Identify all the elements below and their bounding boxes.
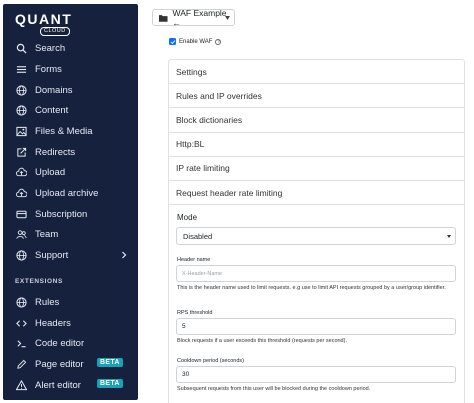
- accordion-block-dictionaries[interactable]: Block dictionaries: [169, 108, 464, 133]
- sidebar-item-subscription[interactable]: Subscription: [3, 204, 138, 224]
- request-header-rate-limiting-panel: Mode Disabled Header name X-Header-Name …: [168, 204, 465, 403]
- sidebar-item-label: Files & Media: [35, 125, 93, 137]
- sidebar-item-upload[interactable]: Upload: [3, 162, 138, 182]
- cloud-upload-icon: [15, 187, 27, 199]
- sidebar-item-label: Redirects: [35, 146, 76, 158]
- chevron-right-icon: [122, 251, 127, 259]
- help-icon[interactable]: ?: [215, 38, 222, 45]
- users-icon: [15, 228, 27, 240]
- accordion-httpbl[interactable]: Http:BL: [169, 133, 464, 157]
- mode-select[interactable]: Disabled: [176, 227, 456, 245]
- caret-down-icon: [225, 16, 230, 20]
- sidebar-item-label: Forms: [35, 63, 62, 75]
- sidebar-item-label: Page editor: [35, 358, 84, 370]
- extensions-heading: EXTENSIONS: [15, 278, 63, 285]
- card-icon: [15, 208, 27, 220]
- sidebar-item-alert-editor[interactable]: Alert editor BETA: [3, 375, 138, 395]
- sidebar-item-label: Upload: [35, 166, 66, 178]
- rps-threshold-label: RPS threshold: [177, 310, 213, 316]
- accordion-ip-rate-limiting[interactable]: IP rate limiting: [169, 157, 464, 181]
- image-icon: [15, 125, 27, 137]
- sidebar-item-label: Domains: [35, 84, 73, 96]
- sidebar-item-label: Headers: [35, 317, 71, 329]
- sidebar-item-search[interactable]: Search: [3, 38, 138, 58]
- logo-subtext: CLOUD: [40, 27, 70, 36]
- beta-badge: BETA: [97, 358, 123, 367]
- edit-icon: [15, 358, 27, 370]
- cooldown-period-help: Subsequent requests from this user will …: [177, 386, 371, 392]
- sidebar: QUANT CLOUD Search Forms Domains Content…: [3, 4, 138, 400]
- sidebar-item-label: Search: [35, 42, 66, 54]
- project-select[interactable]: WAF Example ←: [152, 8, 235, 28]
- sidebar-item-label: Code editor: [35, 337, 85, 349]
- sidebar-item-headers[interactable]: Headers: [3, 313, 138, 333]
- sidebar-item-label: Subscription: [35, 208, 88, 220]
- logo-text: QUANT: [15, 11, 73, 27]
- mode-select-value: Disabled: [183, 231, 213, 241]
- sidebar-item-files-media[interactable]: Files & Media: [3, 121, 138, 141]
- sidebar-item-code-editor[interactable]: Code editor: [3, 333, 138, 353]
- sidebar-item-label: Rules: [35, 296, 60, 308]
- globe-icon: [15, 296, 27, 308]
- sidebar-item-page-editor[interactable]: Page editor BETA: [3, 354, 138, 374]
- enable-waf-label: Enable WAF: [179, 38, 213, 45]
- external-link-icon: [15, 146, 27, 158]
- sidebar-item-label: Upload archive: [35, 187, 99, 199]
- globe-icon: [15, 84, 27, 96]
- folder-icon: [159, 14, 168, 22]
- cloud-upload-icon: [15, 166, 27, 178]
- sidebar-item-rules[interactable]: Rules: [3, 292, 138, 312]
- sidebar-item-redirects[interactable]: Redirects: [3, 142, 138, 162]
- terminal-icon: [15, 337, 27, 349]
- sidebar-item-domains[interactable]: Domains: [3, 80, 138, 100]
- sidebar-item-label: Alert editor: [35, 379, 81, 391]
- sidebar-item-content[interactable]: Content: [3, 100, 138, 120]
- list-icon: [15, 63, 27, 75]
- rps-threshold-help: Block requests if a user exceeds this th…: [177, 338, 347, 344]
- cooldown-period-input[interactable]: 30: [176, 366, 456, 383]
- cooldown-period-label: Cooldown period (seconds): [177, 358, 244, 364]
- accordion-rules-ip-overrides[interactable]: Rules and IP overrides: [169, 84, 464, 109]
- sidebar-item-support[interactable]: Support: [3, 245, 138, 265]
- sidebar-item-forms[interactable]: Forms: [3, 59, 138, 79]
- sidebar-item-label: Team: [35, 228, 59, 240]
- globe-icon: [15, 249, 27, 261]
- header-name-label: Header name: [177, 257, 211, 263]
- accordion-settings[interactable]: Settings: [169, 60, 464, 85]
- quant-logo[interactable]: QUANT CLOUD: [15, 8, 85, 36]
- enable-waf-checkbox[interactable]: [169, 38, 176, 45]
- code-icon: [15, 317, 27, 329]
- beta-badge: BETA: [97, 379, 123, 388]
- sidebar-item-label: Content: [35, 104, 69, 116]
- accordion-request-header-rate-limiting[interactable]: Request header rate limiting: [169, 181, 464, 206]
- rps-threshold-input[interactable]: 5: [176, 318, 456, 335]
- header-name-help: This is the header name used to limit re…: [177, 285, 446, 291]
- sidebar-item-upload-archive[interactable]: Upload archive: [3, 183, 138, 203]
- header-name-input[interactable]: X-Header-Name: [176, 265, 456, 282]
- globe-icon: [15, 104, 27, 116]
- alert-icon: [15, 379, 27, 391]
- waf-accordion: Settings Rules and IP overrides Block di…: [168, 59, 465, 206]
- caret-down-icon: [447, 235, 451, 238]
- enable-waf-row: Enable WAF ?: [169, 38, 222, 45]
- sidebar-item-label: Support: [35, 249, 69, 261]
- search-icon: [15, 42, 27, 54]
- mode-label: Mode: [177, 213, 198, 222]
- sidebar-item-team[interactable]: Team: [3, 224, 138, 244]
